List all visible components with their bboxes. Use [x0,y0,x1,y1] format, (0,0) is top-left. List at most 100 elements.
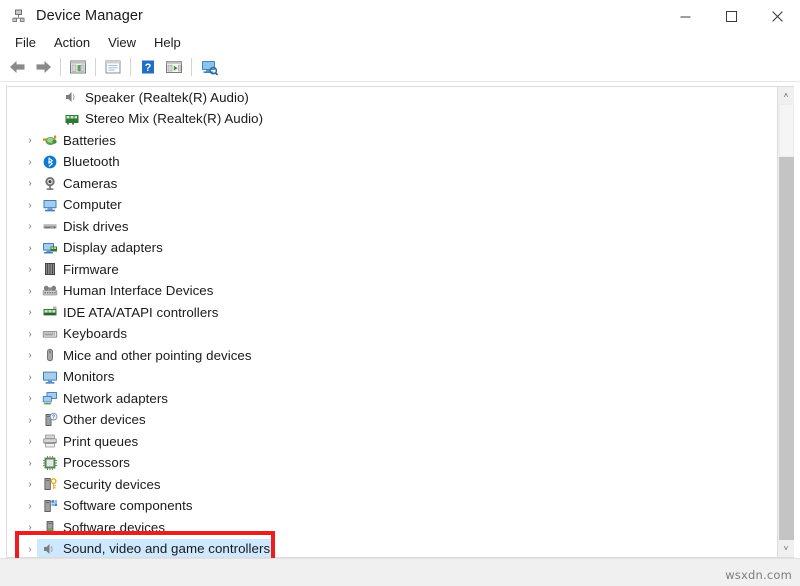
chevron-right-icon[interactable]: › [23,259,37,280]
menu-file[interactable]: File [7,33,44,52]
tree-row[interactable]: ›Bluetooth [7,152,771,174]
chevron-right-icon[interactable]: › [23,216,37,237]
back-button[interactable] [4,55,30,79]
close-button[interactable] [754,0,800,32]
tree-row[interactable]: ›Display adapters [7,238,771,260]
tree-row-label: Speaker (Realtek(R) Audio) [85,90,249,105]
tree-row[interactable]: ›Cameras [7,173,771,195]
help-button[interactable]: ? [135,55,161,79]
tree-row-content[interactable]: Security devices [37,475,166,495]
tree-row-content[interactable]: Keyboards [37,324,132,344]
tree-row-content[interactable]: Processors [37,453,135,473]
scroll-up-arrow[interactable]: ˄ [778,87,794,104]
minimize-button[interactable] [662,0,708,32]
svg-text:?: ? [145,62,152,74]
help-question-icon: ? [140,59,156,75]
tree-row-content[interactable]: Mice and other pointing devices [37,346,257,366]
tree-row[interactable]: ›Disk drives [7,216,771,238]
properties-button[interactable] [100,55,126,79]
chevron-right-icon[interactable]: › [23,302,37,323]
tree-row-content[interactable]: Batteries [37,131,121,151]
tree-row[interactable]: › Software devices [7,517,771,539]
tree-row[interactable]: ›Monitors [7,367,771,389]
tree-row-content[interactable]: Sound, video and game controllers [37,539,275,557]
chevron-right-icon[interactable]: › [23,281,37,302]
tree-row[interactable]: ›Sound, video and game controllers [7,539,771,558]
tree-row-content[interactable]: ?Other devices [37,410,151,430]
chevron-right-icon[interactable]: › [23,517,37,538]
chevron-right-icon[interactable]: › [23,173,37,194]
tree-row[interactable]: ›Firmware [7,259,771,281]
tree-row[interactable]: ›Human Interface Devices [7,281,771,303]
tree-row-content[interactable]: Network adapters [37,389,173,409]
tree-row-content[interactable]: Software components [37,496,198,516]
tree-row-content[interactable]: Speaker (Realtek(R) Audio) [59,88,254,108]
menu-help[interactable]: Help [146,33,189,52]
tree-row-content[interactable]: Bluetooth [37,152,125,172]
tree-row[interactable]: › Network adapters [7,388,771,410]
tree-row-label: Stereo Mix (Realtek(R) Audio) [85,111,263,126]
tree-row[interactable]: ›Batteries [7,130,771,152]
menu-view[interactable]: View [100,33,144,52]
tree-row-content[interactable]: IDE ATA/ATAPI controllers [37,303,223,323]
minimize-icon [680,11,691,22]
hid-icon [41,282,58,299]
tree-row-label: Processors [63,455,130,470]
tree-row[interactable]: ›Speaker (Realtek(R) Audio) [7,87,771,109]
tree-row-content[interactable]: Human Interface Devices [37,281,218,301]
chevron-right-icon[interactable]: › [23,410,37,431]
chevron-right-icon[interactable]: › [23,152,37,173]
back-arrow-icon [8,59,27,75]
forward-button[interactable] [30,55,56,79]
scroll-down-arrow[interactable]: ˅ [778,540,794,557]
tree-row-content[interactable]: Cameras [37,174,122,194]
tree-row-content[interactable]: Stereo Mix (Realtek(R) Audio) [59,109,268,129]
chevron-right-icon[interactable]: › [23,195,37,216]
tree-row[interactable]: › Processors [7,453,771,475]
scrollbar-thumb[interactable] [779,104,794,157]
tree-row-content[interactable]: Monitors [37,367,119,387]
tree-row-content[interactable]: Display adapters [37,238,168,258]
update-driver-button[interactable] [161,55,187,79]
tree-row[interactable]: ›Print queues [7,431,771,453]
toolbar-separator [95,58,96,76]
tree-row-label: Network adapters [63,391,168,406]
tree-row[interactable]: ›Keyboards [7,324,771,346]
chevron-right-icon[interactable]: › [23,431,37,452]
tree-row-content[interactable]: Print queues [37,432,143,452]
tree-row-content[interactable]: Firmware [37,260,124,280]
scan-hardware-button[interactable] [196,55,222,79]
chevron-right-icon[interactable]: › [23,345,37,366]
tree-row[interactable]: ›Software components [7,496,771,518]
tree-row[interactable]: ›IDE ATA/ATAPI controllers [7,302,771,324]
properties-icon [104,59,122,75]
tree-row[interactable]: ›Mice and other pointing devices [7,345,771,367]
tree-row-content[interactable]: Disk drives [37,217,134,237]
toolbar-separator [130,58,131,76]
show-hide-console-tree[interactable] [65,55,91,79]
chevron-right-icon[interactable]: › [23,496,37,517]
scrollbar-track-lower[interactable] [779,157,794,540]
maximize-button[interactable] [708,0,754,32]
chevron-right-icon[interactable]: › [23,474,37,495]
tree-row[interactable]: ›Computer [7,195,771,217]
maximize-icon [726,11,737,22]
chevron-right-icon[interactable]: › [23,453,37,474]
tree-row-content[interactable]: Software devices [37,518,170,538]
tree-row[interactable]: ›Security devices [7,474,771,496]
menu-action[interactable]: Action [46,33,98,52]
chevron-right-icon[interactable]: › [23,130,37,151]
chevron-right-icon[interactable]: › [23,388,37,409]
tree-row[interactable]: ›Stereo Mix (Realtek(R) Audio) [7,109,771,131]
window-controls [662,0,800,32]
chevron-right-icon[interactable]: › [23,539,37,557]
tree-row-label: Software devices [63,520,165,535]
vertical-scrollbar[interactable]: ˄ ˅ [777,87,794,557]
chevron-right-icon[interactable]: › [23,238,37,259]
tree-row-content[interactable]: Computer [37,195,127,215]
device-tree[interactable]: ›Speaker (Realtek(R) Audio)›Stereo Mix (… [7,87,771,557]
chevron-right-icon[interactable]: › [23,324,37,345]
toolbar-separator [60,58,61,76]
chevron-right-icon[interactable]: › [23,367,37,388]
tree-row[interactable]: ›?Other devices [7,410,771,432]
